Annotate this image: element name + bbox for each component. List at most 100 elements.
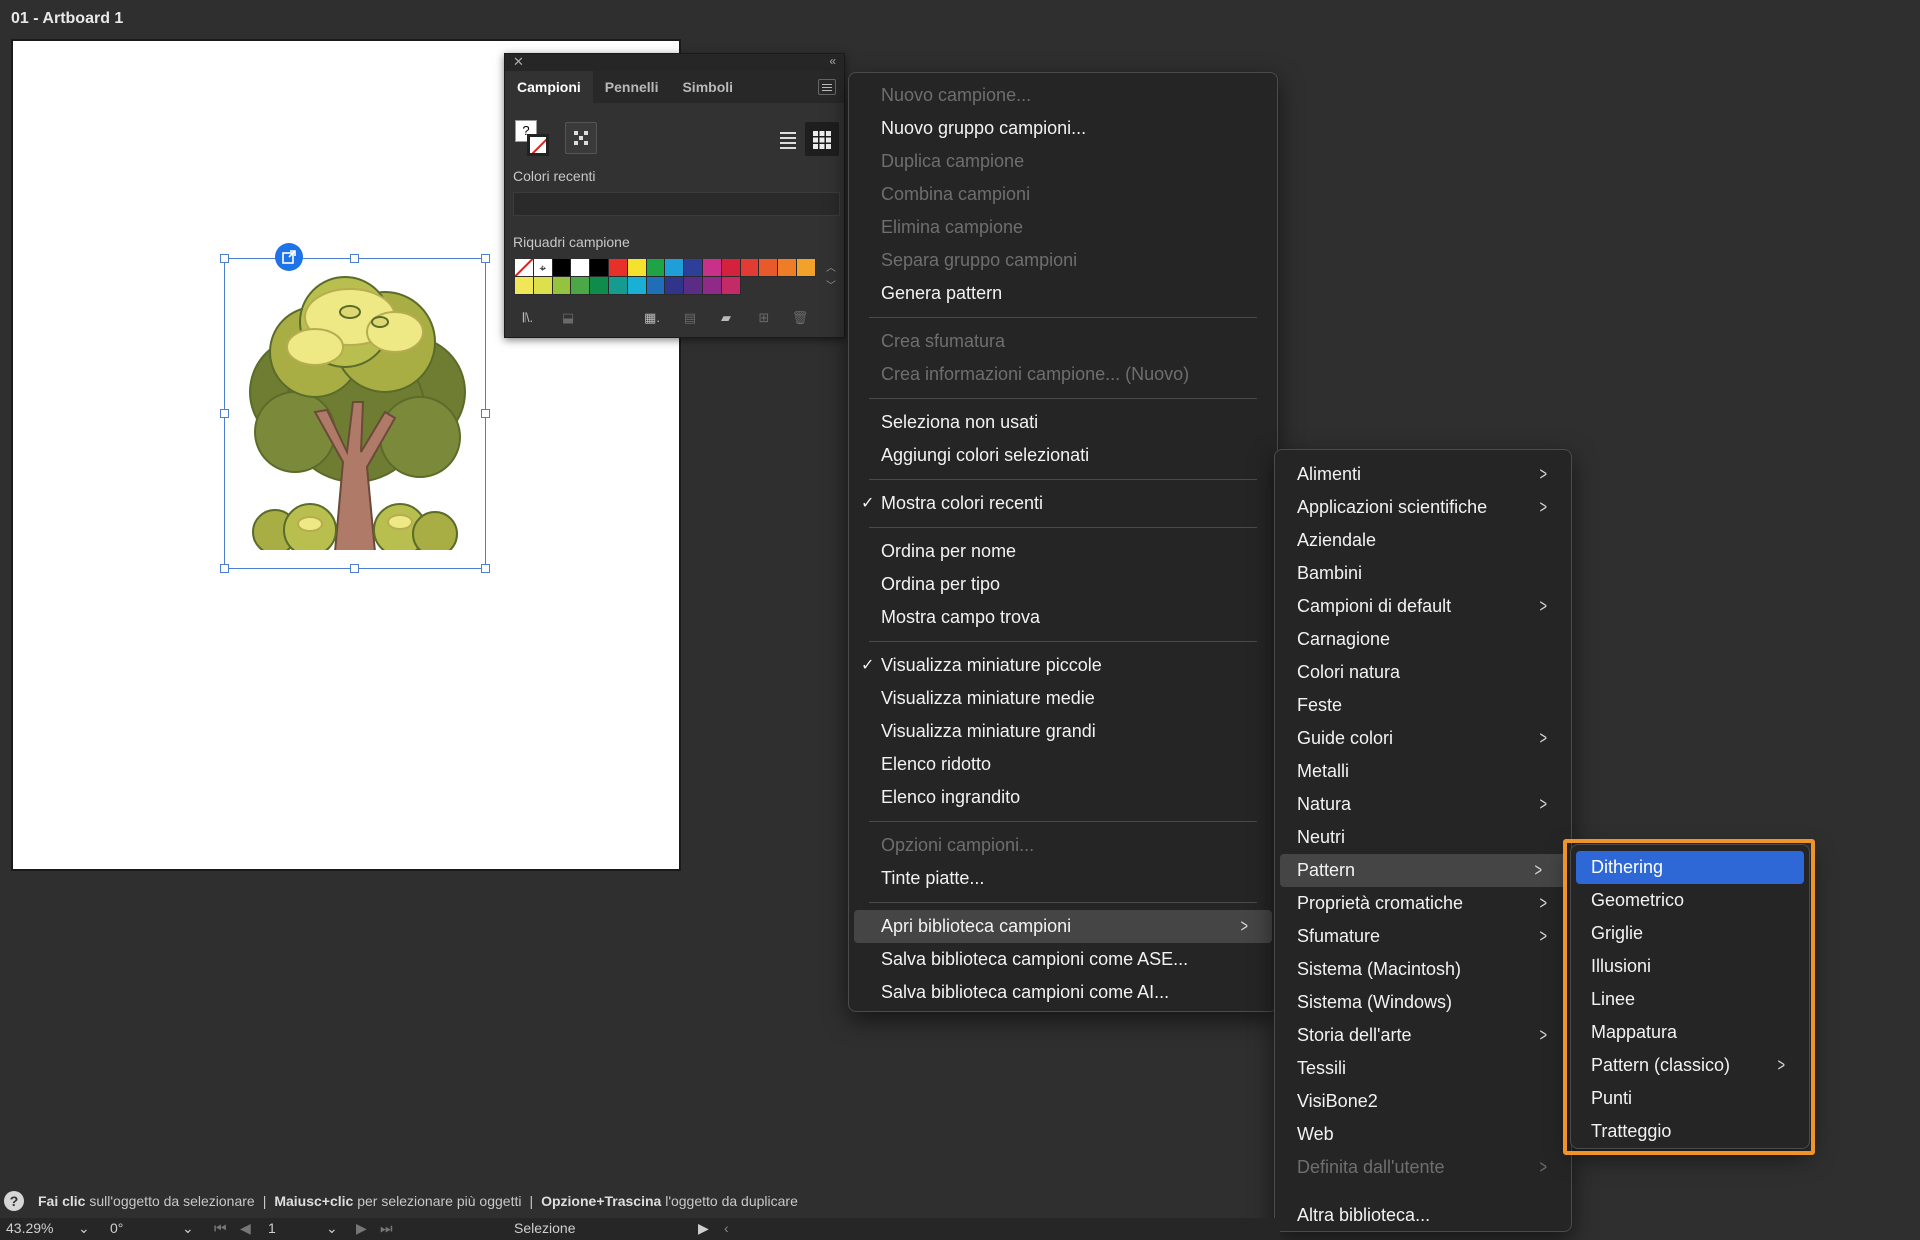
color-swatch[interactable] xyxy=(571,277,591,295)
color-swatch[interactable] xyxy=(646,259,666,277)
color-swatch[interactable] xyxy=(740,259,760,277)
close-icon[interactable]: ✕ xyxy=(513,54,524,70)
menu-item-neutri[interactable]: Neutri xyxy=(1275,821,1571,854)
swatch-scroll-arrows[interactable]: ︿ ﹀ xyxy=(824,260,838,298)
menu-item-ordina-per-tipo[interactable]: Ordina per tipo xyxy=(849,568,1277,601)
help-icon[interactable]: ? xyxy=(4,1191,24,1211)
artboard-dropdown-icon[interactable]: ⌄ xyxy=(326,1220,338,1237)
color-swatch[interactable] xyxy=(778,259,797,277)
menu-item-altra-biblioteca[interactable]: Altra biblioteca... xyxy=(1275,1199,1571,1232)
menu-item-ordina-per-nome[interactable]: Ordina per nome xyxy=(849,535,1277,568)
zoom-field[interactable]: 43.29% xyxy=(6,1220,53,1236)
menu-item-visibone2[interactable]: VisiBone2 xyxy=(1275,1085,1571,1118)
recent-colors-strip[interactable] xyxy=(513,192,840,216)
last-artboard-icon[interactable]: ⏭ xyxy=(380,1220,393,1237)
menu-item-nuovo-gruppo-campioni[interactable]: Nuovo gruppo campioni... xyxy=(849,112,1277,145)
menu-item-sfumature[interactable]: Sfumature > xyxy=(1275,920,1571,953)
tab-campioni[interactable]: Campioni xyxy=(505,71,593,103)
menu-item-alimenti[interactable]: Alimenti > xyxy=(1275,458,1571,491)
new-group-folder-icon[interactable]: ▰ xyxy=(717,310,735,326)
registration-swatch[interactable]: ⌖ xyxy=(533,259,553,277)
menu-item-feste[interactable]: Feste xyxy=(1275,689,1571,722)
menu-item-campioni-di-default[interactable]: Campioni di default > xyxy=(1275,590,1571,623)
trash-icon[interactable]: 🗑 xyxy=(791,310,809,326)
menu-item-elimina-campione[interactable]: Elimina campione xyxy=(849,211,1277,244)
swatch-options-button[interactable] xyxy=(565,122,597,154)
menu-item-tessili[interactable]: Tessili xyxy=(1275,1052,1571,1085)
rotation-dropdown-icon[interactable]: ⌄ xyxy=(182,1220,194,1237)
color-swatch[interactable] xyxy=(796,259,816,277)
library-icon[interactable]: 𝄃\. xyxy=(519,310,537,326)
menu-item-salva-biblioteca-campioni-come-ase[interactable]: Salva biblioteca campioni come ASE... xyxy=(849,943,1277,976)
quick-action-icon[interactable] xyxy=(275,243,303,271)
menu-item-crea-informazioni-campione-nuovo[interactable]: Crea informazioni campione... (Nuovo) xyxy=(849,358,1277,391)
next-artboard-icon[interactable]: ▶ xyxy=(356,1220,367,1237)
zoom-dropdown-icon[interactable]: ⌄ xyxy=(78,1220,90,1237)
menu-item-duplica-campione[interactable]: Duplica campione xyxy=(849,145,1277,178)
prev-artboard-icon[interactable]: ◀ xyxy=(240,1220,251,1237)
menu-item-tinte-piatte[interactable]: Tinte piatte... xyxy=(849,862,1277,895)
none-swatch[interactable] xyxy=(515,259,534,277)
stroke-swatch[interactable] xyxy=(527,134,549,156)
menu-item-aziendale[interactable]: Aziendale xyxy=(1275,524,1571,557)
menu-item-aggiungi-colori-selezionati[interactable]: Aggiungi colori selezionati xyxy=(849,439,1277,472)
menu-item-definita-dall-utente[interactable]: Definita dall'utente > xyxy=(1275,1151,1571,1184)
menu-item-metalli[interactable]: Metalli xyxy=(1275,755,1571,788)
menu-item-crea-sfumatura[interactable]: Crea sfumatura xyxy=(849,325,1277,358)
selection-handle[interactable] xyxy=(220,564,229,573)
color-swatch[interactable] xyxy=(590,277,609,295)
color-swatch[interactable] xyxy=(533,277,553,295)
status-collapse-icon[interactable]: ‹ xyxy=(724,1220,729,1236)
menu-item-separa-gruppo-campioni[interactable]: Separa gruppo campioni xyxy=(849,244,1277,277)
artboard-number-field[interactable]: 1 xyxy=(268,1220,276,1236)
panel-title-bar[interactable]: ✕ « xyxy=(505,54,844,71)
selection-handle[interactable] xyxy=(350,254,359,263)
color-swatch[interactable] xyxy=(608,277,628,295)
menu-item-proprieta-cromatiche[interactable]: Proprietà cromatiche > xyxy=(1275,887,1571,920)
color-swatch[interactable] xyxy=(552,259,572,277)
collapse-icon[interactable]: « xyxy=(829,54,836,68)
color-swatch[interactable] xyxy=(721,277,741,295)
tab-pennelli[interactable]: Pennelli xyxy=(593,71,671,103)
menu-item-web[interactable]: Web xyxy=(1275,1118,1571,1151)
menu-item-sistema-windows[interactable]: Sistema (Windows) xyxy=(1275,986,1571,1019)
menu-item-apri-biblioteca-campioni[interactable]: Apri biblioteca campioni > xyxy=(854,910,1272,943)
color-swatch[interactable] xyxy=(759,259,779,277)
status-play-icon[interactable]: ▶ xyxy=(698,1220,709,1237)
color-swatch[interactable] xyxy=(665,259,685,277)
first-artboard-icon[interactable]: ⏮ xyxy=(214,1220,227,1237)
color-swatch[interactable] xyxy=(702,259,722,277)
selection-handle[interactable] xyxy=(481,254,490,263)
color-swatch[interactable] xyxy=(684,259,703,277)
selection-handle[interactable] xyxy=(350,564,359,573)
menu-item-salva-biblioteca-campioni-come-ai[interactable]: Salva biblioteca campioni come AI... xyxy=(849,976,1277,1009)
color-swatch[interactable] xyxy=(608,259,628,277)
menu-item-seleziona-non-usati[interactable]: Seleziona non usati xyxy=(849,406,1277,439)
panel-menu-icon[interactable] xyxy=(818,79,836,95)
color-swatch[interactable] xyxy=(515,277,534,295)
color-swatch[interactable] xyxy=(552,277,572,295)
new-swatch-icon[interactable]: ⊞ xyxy=(755,310,773,326)
color-swatch[interactable] xyxy=(571,259,591,277)
selection-handle[interactable] xyxy=(220,409,229,418)
menu-item-colori-natura[interactable]: Colori natura xyxy=(1275,656,1571,689)
swatch-options-footer-icon[interactable]: ▤ xyxy=(681,310,699,326)
color-swatch[interactable] xyxy=(590,259,609,277)
menu-item-elenco-ingrandito[interactable]: Elenco ingrandito xyxy=(849,781,1277,814)
color-swatch[interactable] xyxy=(627,277,647,295)
selection-handle[interactable] xyxy=(481,564,490,573)
color-swatch[interactable] xyxy=(721,259,741,277)
show-kinds-icon[interactable]: ▦. xyxy=(643,310,661,326)
rotation-field[interactable]: 0° xyxy=(110,1220,123,1236)
menu-item-mostra-campo-trova[interactable]: Mostra campo trova xyxy=(849,601,1277,634)
menu-item-elenco-ridotto[interactable]: Elenco ridotto xyxy=(849,748,1277,781)
menu-item-pattern[interactable]: Pattern > xyxy=(1280,854,1566,887)
menu-item-nuovo-campione[interactable]: Nuovo campione... xyxy=(849,79,1277,112)
color-swatch[interactable] xyxy=(646,277,666,295)
selection-handle[interactable] xyxy=(220,254,229,263)
selection-bounding-box[interactable] xyxy=(224,258,486,569)
color-swatch[interactable] xyxy=(702,277,722,295)
color-swatch[interactable] xyxy=(684,277,703,295)
menu-item-visualizza-miniature-grandi[interactable]: Visualizza miniature grandi xyxy=(849,715,1277,748)
menu-item-applicazioni-scientifiche[interactable]: Applicazioni scientifiche > xyxy=(1275,491,1571,524)
